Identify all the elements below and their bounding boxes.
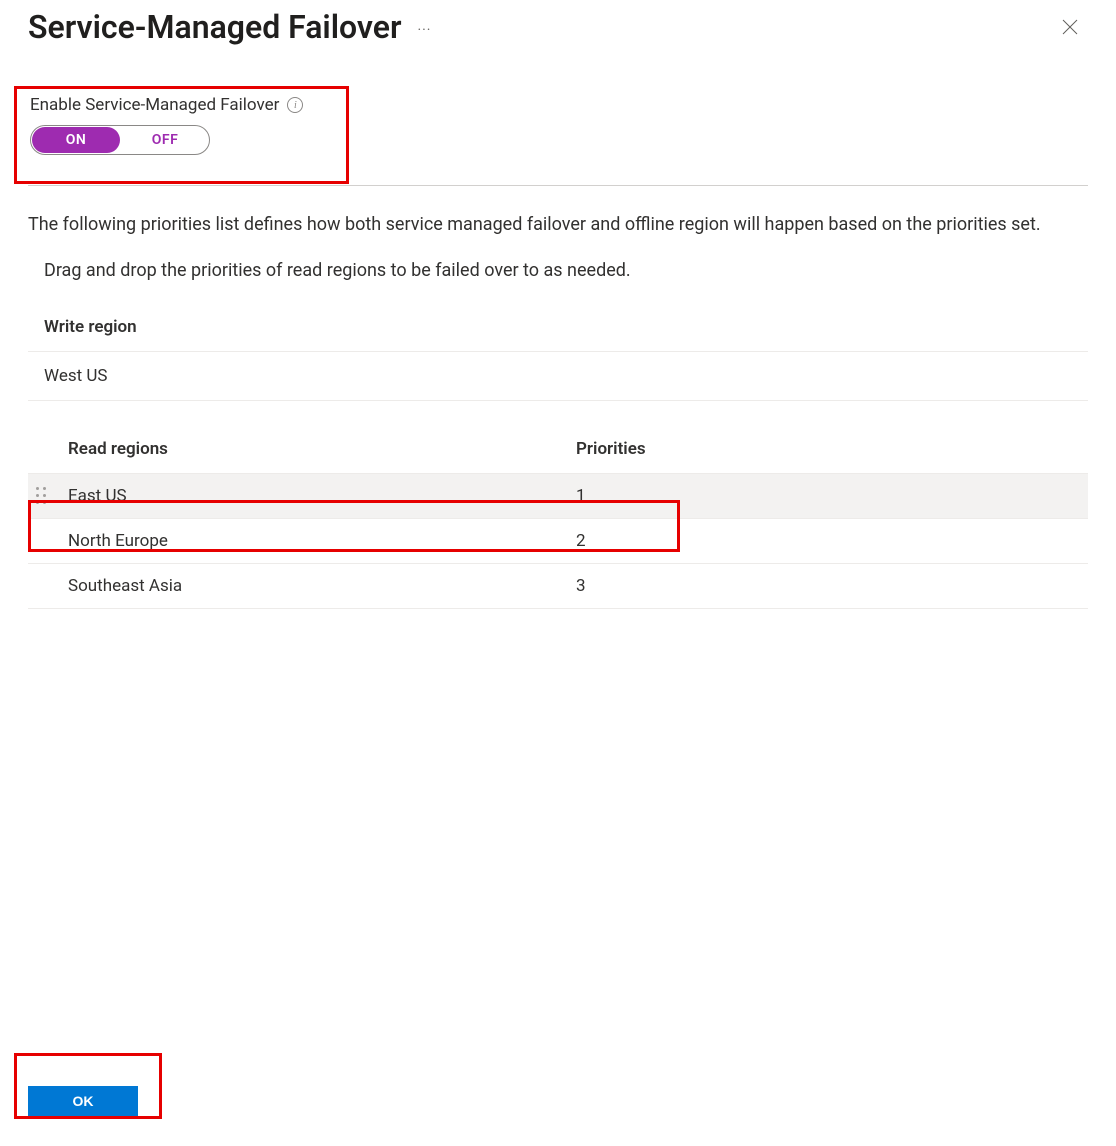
write-region-value: West US — [28, 352, 1088, 400]
table-header: Read regions Priorities — [28, 425, 1088, 474]
region-cell: Southeast Asia — [68, 576, 576, 596]
region-cell: North Europe — [68, 531, 576, 551]
page-title: Service-Managed Failover — [28, 8, 401, 46]
divider — [28, 185, 1088, 186]
toggle-on-option[interactable]: ON — [32, 127, 120, 153]
description-text: The following priorities list defines ho… — [28, 212, 1088, 238]
hint-text: Drag and drop the priorities of read reg… — [28, 260, 1088, 281]
toggle-label: Enable Service-Managed Failover — [30, 95, 279, 115]
toggle-off-option[interactable]: OFF — [121, 126, 209, 154]
priority-cell: 1 — [576, 486, 1088, 506]
table-row[interactable]: Southeast Asia3 — [28, 564, 1088, 609]
more-icon[interactable]: ··· — [417, 16, 431, 38]
column-header-region: Read regions — [68, 439, 576, 459]
close-icon — [1062, 19, 1078, 35]
info-icon[interactable]: i — [287, 97, 303, 113]
write-region-heading: Write region — [28, 299, 1088, 351]
close-button[interactable] — [1052, 9, 1088, 45]
write-region-section: Write region West US — [28, 299, 1088, 401]
failover-toggle[interactable]: ON OFF — [30, 125, 210, 155]
priority-cell: 3 — [576, 576, 1088, 596]
read-regions-table: Read regions Priorities East US1North Eu… — [28, 425, 1088, 609]
footer: OK — [28, 1086, 138, 1116]
drag-handle-icon[interactable] — [28, 487, 68, 505]
ok-button[interactable]: OK — [28, 1086, 138, 1116]
header: Service-Managed Failover ··· — [28, 8, 1088, 46]
region-cell: East US — [68, 486, 576, 506]
table-row[interactable]: East US1 — [28, 474, 1088, 519]
toggle-section: Enable Service-Managed Failover i ON OFF — [28, 91, 1088, 163]
priority-cell: 2 — [576, 531, 1088, 551]
table-row[interactable]: North Europe2 — [28, 519, 1088, 564]
column-header-priority: Priorities — [576, 439, 1088, 459]
